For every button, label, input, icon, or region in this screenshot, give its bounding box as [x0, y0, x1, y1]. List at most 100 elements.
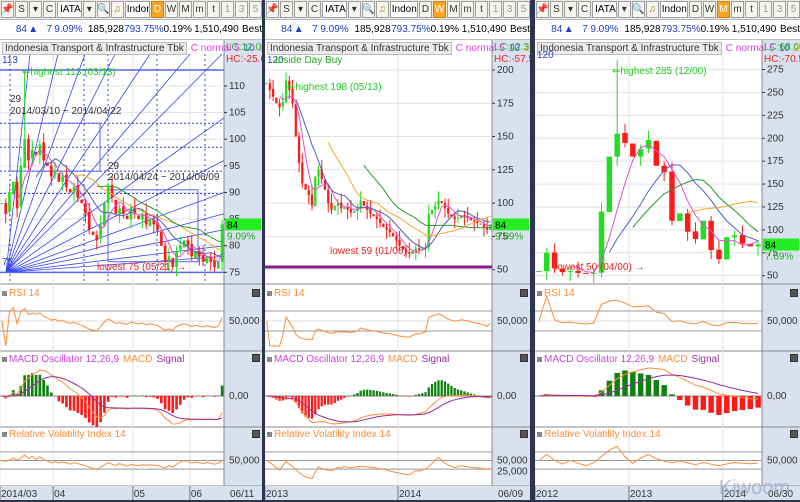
- period-button-3[interactable]: 3: [503, 1, 516, 18]
- pin-icon[interactable]: 📌: [266, 1, 279, 18]
- code-input[interactable]: IATA: [57, 1, 82, 18]
- ma-legend-10[interactable]: 10: [244, 43, 255, 54]
- macd-legend: MACD: [388, 354, 418, 365]
- period-button-m[interactable]: m: [461, 1, 474, 18]
- macd-histogram-bar: [346, 396, 349, 397]
- period-button-3[interactable]: 3: [235, 1, 248, 18]
- speaker-icon[interactable]: ♫: [645, 1, 659, 18]
- stock-name-legend[interactable]: Indonesia Transport & Infrastructure Tbk: [267, 42, 452, 55]
- search-icon[interactable]: 🔍: [96, 1, 110, 18]
- period-button-W[interactable]: W: [433, 1, 446, 18]
- macd-title[interactable]: MACD Oscillator 12,26,9: [2, 354, 119, 365]
- candle-body: [49, 165, 53, 177]
- period-button-5[interactable]: 5: [249, 1, 262, 18]
- ma-legend-20[interactable]: 20: [524, 43, 530, 54]
- rvi-title[interactable]: Relative Volatility Index 14: [537, 429, 661, 440]
- period-button-3[interactable]: 3: [773, 1, 786, 18]
- search-icon[interactable]: 🔍: [631, 1, 645, 18]
- dropdown-icon[interactable]: ▾: [617, 1, 631, 18]
- macd-histogram-bar: [76, 396, 80, 414]
- stock-name-legend[interactable]: Indonesia Transport & Infrastructure Tbk: [537, 42, 722, 55]
- macd-histogram-bar: [57, 396, 61, 402]
- speaker-icon[interactable]: ♫: [375, 1, 389, 18]
- pane-minimize-button[interactable]: [790, 354, 798, 362]
- x-tick-label: 04: [54, 489, 66, 500]
- annotation-bottom-value: 75: [2, 257, 14, 268]
- code-input[interactable]: IATA: [322, 1, 347, 18]
- c-button[interactable]: C: [43, 1, 56, 18]
- chart-toolbar: 📌 S ▾ C IATA ▾ 🔍 ♫ Indonesia Trans DWMmt…: [535, 0, 800, 20]
- period-button-M[interactable]: M: [179, 1, 192, 18]
- rsi-title[interactable]: RSI 14: [267, 288, 305, 299]
- macd-histogram-bar: [167, 396, 171, 411]
- s-button[interactable]: S: [280, 1, 293, 18]
- ma-legend-10[interactable]: 10: [779, 43, 790, 54]
- period-button-D[interactable]: D: [419, 1, 432, 18]
- dropdown-icon[interactable]: ▾: [294, 1, 307, 18]
- macd-histogram-bar: [320, 396, 323, 407]
- ma-legend-20[interactable]: 20: [259, 43, 262, 54]
- ma-legend-5[interactable]: C normal 5: [726, 43, 775, 54]
- period-button-t[interactable]: t: [475, 1, 488, 18]
- period-button-m[interactable]: m: [193, 1, 206, 18]
- macd-histogram-bar: [171, 396, 175, 414]
- period-button-t[interactable]: t: [745, 1, 758, 18]
- dropdown-icon[interactable]: ▾: [347, 1, 361, 18]
- candle-body: [372, 214, 375, 217]
- pane-minimize-button[interactable]: [252, 289, 260, 297]
- pane-minimize-button[interactable]: [252, 430, 260, 438]
- macd-tick: 0,00: [497, 391, 517, 402]
- ma-legend-10[interactable]: 10: [509, 43, 520, 54]
- s-button[interactable]: S: [550, 1, 563, 18]
- s-button[interactable]: S: [15, 1, 28, 18]
- pane-minimize-button[interactable]: [790, 289, 798, 297]
- pane-minimize-button[interactable]: [790, 430, 798, 438]
- rvi-title[interactable]: Relative Volatility Index 14: [2, 429, 126, 440]
- period-button-D[interactable]: D: [151, 1, 164, 18]
- stock-name-field: Indonesia Trans: [659, 1, 688, 18]
- dropdown-icon[interactable]: ▾: [564, 1, 577, 18]
- pin-icon[interactable]: 📌: [536, 1, 549, 18]
- candle-body: [99, 224, 102, 239]
- pin-icon[interactable]: 📌: [1, 1, 14, 18]
- period-button-5[interactable]: 5: [517, 1, 530, 18]
- period-button-W[interactable]: W: [165, 1, 178, 18]
- period-button-M[interactable]: M: [717, 1, 730, 18]
- code-input[interactable]: IATA: [592, 1, 617, 18]
- macd-title[interactable]: MACD Oscillator 12,26,9: [267, 354, 384, 365]
- period-button-5[interactable]: 5: [787, 1, 800, 18]
- candle-body: [160, 231, 163, 246]
- gann-fan-line: [5, 53, 116, 273]
- search-icon[interactable]: 🔍: [361, 1, 375, 18]
- candle-body: [297, 136, 301, 164]
- candle-body: [353, 211, 356, 213]
- speaker-icon[interactable]: ♫: [110, 1, 124, 18]
- period-button-1[interactable]: 1: [759, 1, 772, 18]
- macd-title[interactable]: MACD Oscillator 12,26,9: [537, 354, 654, 365]
- pane-minimize-button[interactable]: [520, 289, 528, 297]
- dropdown-icon[interactable]: ▾: [82, 1, 96, 18]
- period-button-D[interactable]: D: [689, 1, 702, 18]
- period-button-W[interactable]: W: [703, 1, 716, 18]
- pane-minimize-button[interactable]: [520, 430, 528, 438]
- c-button[interactable]: C: [578, 1, 591, 18]
- rsi-title[interactable]: RSI 14: [537, 288, 575, 299]
- pane-minimize-button[interactable]: [520, 354, 528, 362]
- period-button-1[interactable]: 1: [221, 1, 234, 18]
- ma-legend-5[interactable]: C normal 5: [456, 43, 505, 54]
- period-button-1[interactable]: 1: [489, 1, 502, 18]
- candle-body: [677, 213, 683, 222]
- candle-body: [359, 200, 362, 208]
- dropdown-icon[interactable]: ▾: [29, 1, 42, 18]
- period-button-m[interactable]: m: [731, 1, 744, 18]
- rsi-title[interactable]: RSI 14: [2, 288, 40, 299]
- stock-name-legend[interactable]: Indonesia Transport & Infrastructure Tbk: [2, 42, 187, 55]
- period-button-t[interactable]: t: [207, 1, 220, 18]
- ma-legend-5[interactable]: C normal 5: [191, 43, 240, 54]
- period-button-M[interactable]: M: [447, 1, 460, 18]
- rvi-title[interactable]: Relative Volatility Index 14: [267, 429, 391, 440]
- c-button[interactable]: C: [308, 1, 321, 18]
- macd-histogram-bar: [186, 396, 190, 398]
- pane-minimize-button[interactable]: [252, 354, 260, 362]
- ma-legend-20[interactable]: 20: [794, 43, 800, 54]
